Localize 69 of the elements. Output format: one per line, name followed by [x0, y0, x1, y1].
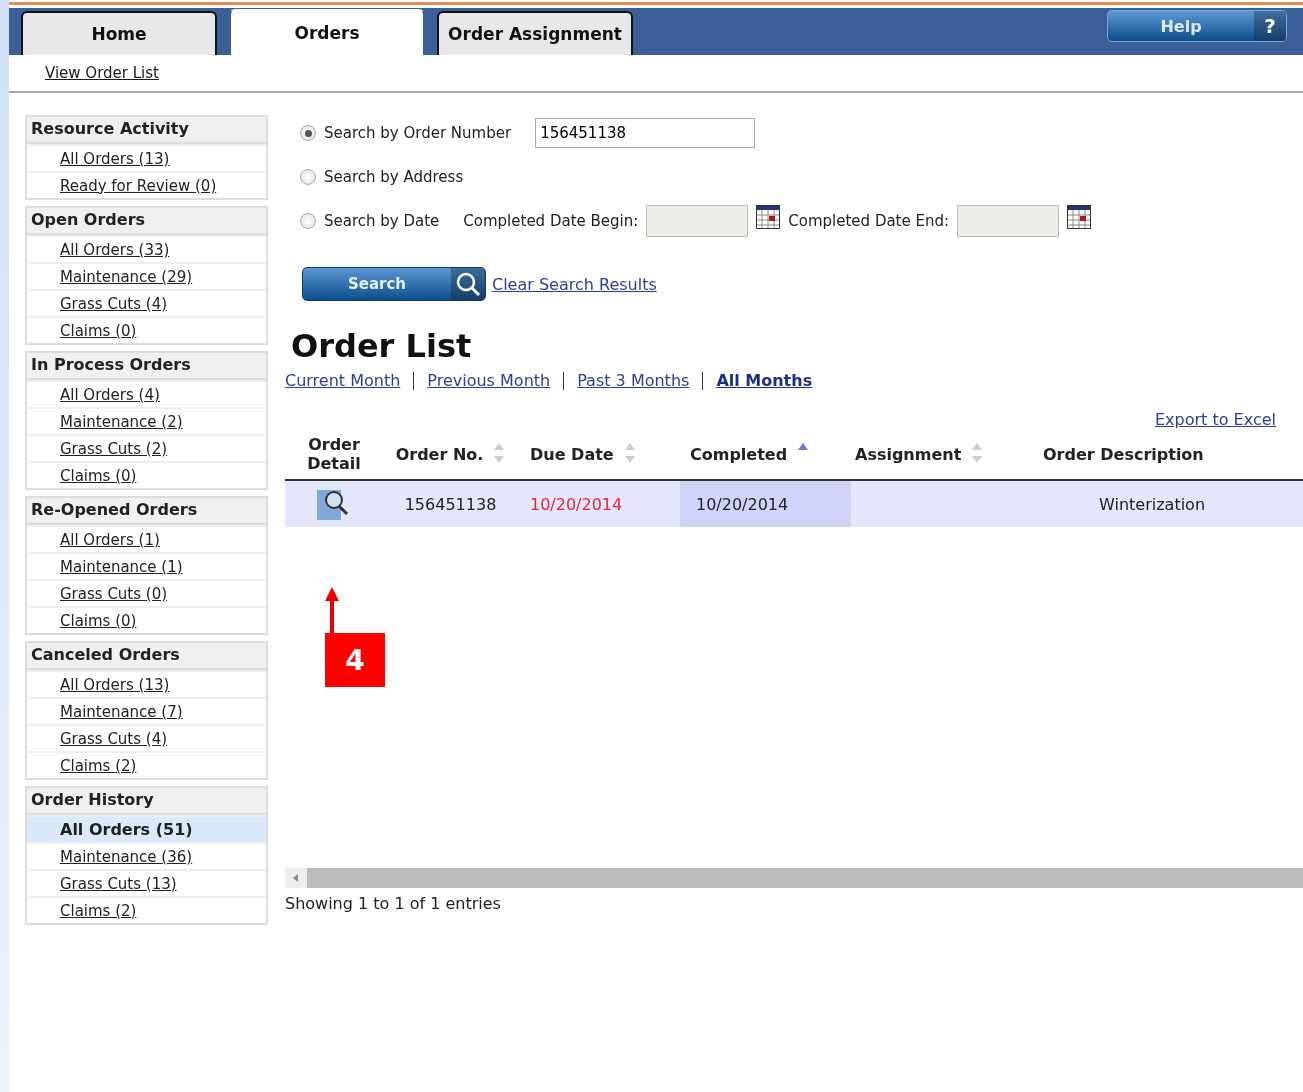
- sidebar-link[interactable]: Claims (2): [60, 756, 137, 775]
- date-label: Completed Date Begin:: [463, 212, 639, 230]
- column-header[interactable]: Order Detail: [304, 435, 364, 473]
- search-button[interactable]: Search: [302, 267, 486, 301]
- sidebar-link[interactable]: Grass Cuts (4): [60, 294, 168, 313]
- sidebar-link[interactable]: All Orders (1): [60, 530, 160, 549]
- sub-nav-link[interactable]: View Order List: [45, 64, 159, 82]
- radio-button[interactable]: [300, 169, 316, 185]
- export-link[interactable]: Export to Excel: [1155, 410, 1276, 429]
- calendar-icon[interactable]: [756, 205, 781, 229]
- sidebar-link[interactable]: Maintenance (29): [60, 267, 193, 286]
- search-icon[interactable]: [455, 271, 481, 297]
- sidebar-link[interactable]: Claims (2): [60, 901, 137, 920]
- radio-label: Search by Address: [324, 168, 464, 186]
- table-cell: 10/20/2014: [530, 494, 623, 514]
- sidebar-heading: Order History: [27, 788, 266, 815]
- order-number-field[interactable]: 156451138: [535, 118, 756, 148]
- sidebar-heading: Canceled Orders: [27, 643, 266, 670]
- sidebar-link[interactable]: Maintenance (36): [60, 847, 193, 866]
- nav-tab[interactable]: Home: [21, 11, 217, 55]
- begin-date-field[interactable]: [646, 205, 749, 237]
- radio-button[interactable]: [300, 125, 316, 141]
- sidebar-link[interactable]: All Orders (13): [60, 675, 170, 694]
- column-header[interactable]: Assignment: [855, 441, 984, 467]
- sidebar-link[interactable]: Grass Cuts (2): [60, 439, 168, 458]
- period-link[interactable]: Current Month: [285, 371, 401, 390]
- sidebar-link[interactable]: Grass Cuts (13): [60, 874, 177, 893]
- sidebar-link[interactable]: Maintenance (1): [60, 557, 183, 576]
- date-label: Completed Date End:: [788, 212, 950, 230]
- scroll-left-icon[interactable]: [291, 873, 301, 883]
- help-button[interactable]: Help ?: [1107, 10, 1287, 42]
- sidebar-link[interactable]: All Orders (13): [60, 149, 170, 168]
- sidebar-link[interactable]: Maintenance (7): [60, 702, 183, 721]
- nav-tab[interactable]: Orders: [229, 9, 425, 55]
- period-link[interactable]: All Months: [716, 371, 813, 390]
- entries-count: Showing 1 to 1 of 1 entries: [285, 894, 502, 913]
- radio-button[interactable]: [300, 213, 316, 229]
- sidebar-heading: Open Orders: [27, 208, 266, 235]
- sidebar-link[interactable]: Ready for Review (0): [60, 176, 217, 195]
- sidebar-link[interactable]: All Orders (33): [60, 240, 170, 259]
- end-date-field[interactable]: [957, 205, 1060, 237]
- column-header[interactable]: Completed: [690, 441, 810, 467]
- period-link[interactable]: Previous Month: [427, 371, 551, 390]
- sidebar-link[interactable]: All Orders (51): [60, 820, 193, 839]
- sidebar-link[interactable]: Grass Cuts (4): [60, 729, 168, 748]
- calendar-icon[interactable]: [1067, 205, 1092, 229]
- sidebar-link[interactable]: All Orders (4): [60, 385, 160, 404]
- column-header[interactable]: Order Description: [1043, 444, 1204, 464]
- radio-label: Search by Order Number: [324, 124, 512, 142]
- sidebar-link[interactable]: Grass Cuts (0): [60, 584, 168, 603]
- column-header[interactable]: Due Date: [530, 441, 636, 467]
- radio-label: Search by Date: [324, 212, 440, 230]
- sidebar-heading: Resource Activity: [27, 117, 266, 144]
- annotation-arrow: [325, 587, 339, 633]
- column-header[interactable]: Order No.: [395, 441, 506, 467]
- sidebar-heading: In Process Orders: [27, 353, 266, 380]
- table-cell: Winterization: [1099, 494, 1206, 514]
- sidebar-link[interactable]: Claims (0): [60, 611, 137, 630]
- period-link[interactable]: Past 3 Months: [577, 371, 690, 390]
- sidebar-heading: Re-Opened Orders: [27, 498, 266, 525]
- sidebar-link[interactable]: Claims (0): [60, 466, 137, 485]
- page-heading: Order List: [291, 327, 473, 365]
- nav-tab[interactable]: Order Assignment: [437, 11, 633, 55]
- sidebar-link[interactable]: Claims (0): [60, 321, 137, 340]
- sorted-cell: 10/20/2014: [680, 481, 851, 527]
- clear-results-link[interactable]: Clear Search Results: [492, 274, 657, 294]
- table-cell: 156451138: [404, 494, 497, 514]
- sidebar-link[interactable]: Maintenance (2): [60, 412, 183, 431]
- callout-badge: 4: [325, 633, 385, 687]
